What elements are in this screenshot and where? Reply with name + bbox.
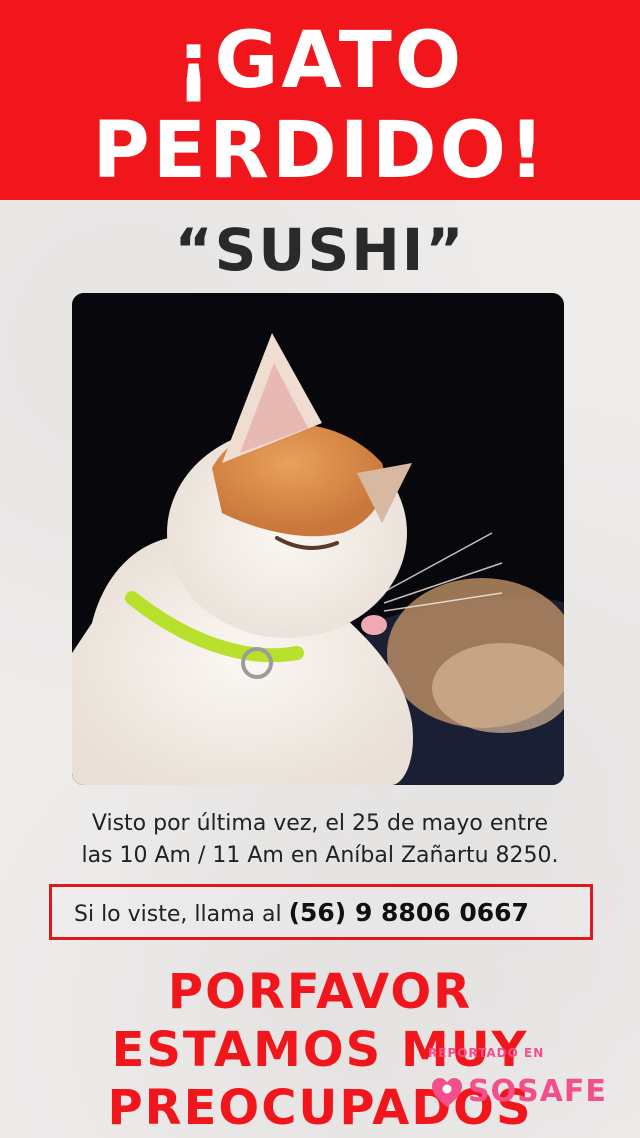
sosafe-heart-icon: [432, 1078, 462, 1107]
contact-phone[interactable]: (56) 9 8806 0667: [289, 898, 529, 927]
watermark-brand: SOSAFE: [468, 1074, 607, 1109]
cat-illustration: [72, 293, 564, 785]
headline-line-2: PERDIDO!: [92, 106, 548, 196]
last-seen-line-2: las 10 Am / 11 Am en Aníbal Zañartu 8250…: [81, 843, 559, 868]
last-seen-line-1: Visto por última vez, el 25 de mayo entr…: [91, 811, 549, 836]
headline-line-1: ¡GATO: [175, 16, 465, 106]
cat-name: “SUSHI”: [174, 216, 466, 284]
contact-box: Si lo viste, llama al (56) 9 8806 0667: [49, 884, 593, 940]
contact-prefix: Si lo viste, llama al: [74, 902, 282, 927]
watermark-caption: REPORTADO EN: [428, 1046, 545, 1060]
cat-photo: [72, 293, 564, 785]
plea-line-1: PORFAVOR: [167, 964, 473, 1020]
last-seen-details: Visto por última vez, el 25 de mayo entr…: [0, 808, 640, 872]
contact-line: Si lo viste, llama al (56) 9 8806 0667: [74, 897, 529, 931]
sosafe-watermark: REPORTADO EN SOSAFE: [424, 1046, 630, 1126]
